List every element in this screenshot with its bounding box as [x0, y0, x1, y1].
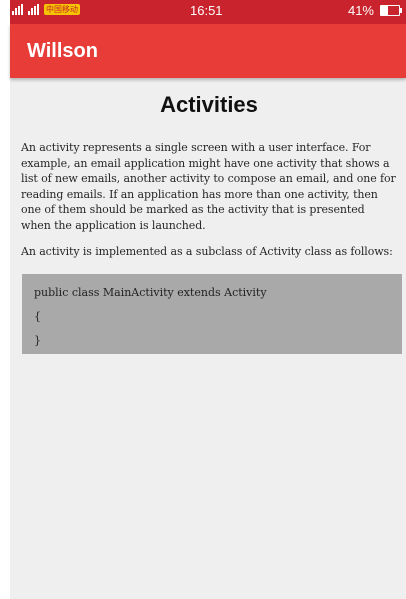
app-bar: Willson — [10, 24, 406, 78]
status-time: 16:51 — [190, 3, 223, 18]
battery-percent: 41% — [347, 3, 374, 18]
battery-fill — [381, 6, 389, 15]
code-line: public class MainActivity extends Activi… — [34, 286, 267, 300]
subclass-paragraph: An activity is implemented as a subclass… — [21, 244, 393, 258]
content-area: Activities An activity represents a sing… — [10, 78, 406, 355]
status-left: 中国移动 — [12, 4, 80, 15]
intro-paragraph: An activity represents a single screen w… — [21, 141, 396, 232]
signal-icon — [12, 4, 25, 15]
page-title: Activities — [160, 92, 258, 117]
phone-screen: 中国移动 16:51 41% Willson Activities An act… — [10, 0, 406, 599]
app-title: Willson — [27, 39, 98, 62]
battery-icon — [380, 5, 402, 16]
code-line: { — [34, 310, 41, 324]
code-line: } — [34, 334, 41, 348]
signal-icon-secondary — [28, 4, 41, 15]
carrier-badge: 中国移动 — [44, 4, 80, 15]
status-right: 41% — [347, 3, 402, 18]
code-block: public class MainActivity extends Activi… — [22, 274, 402, 355]
status-bar: 中国移动 16:51 41% — [10, 0, 406, 24]
